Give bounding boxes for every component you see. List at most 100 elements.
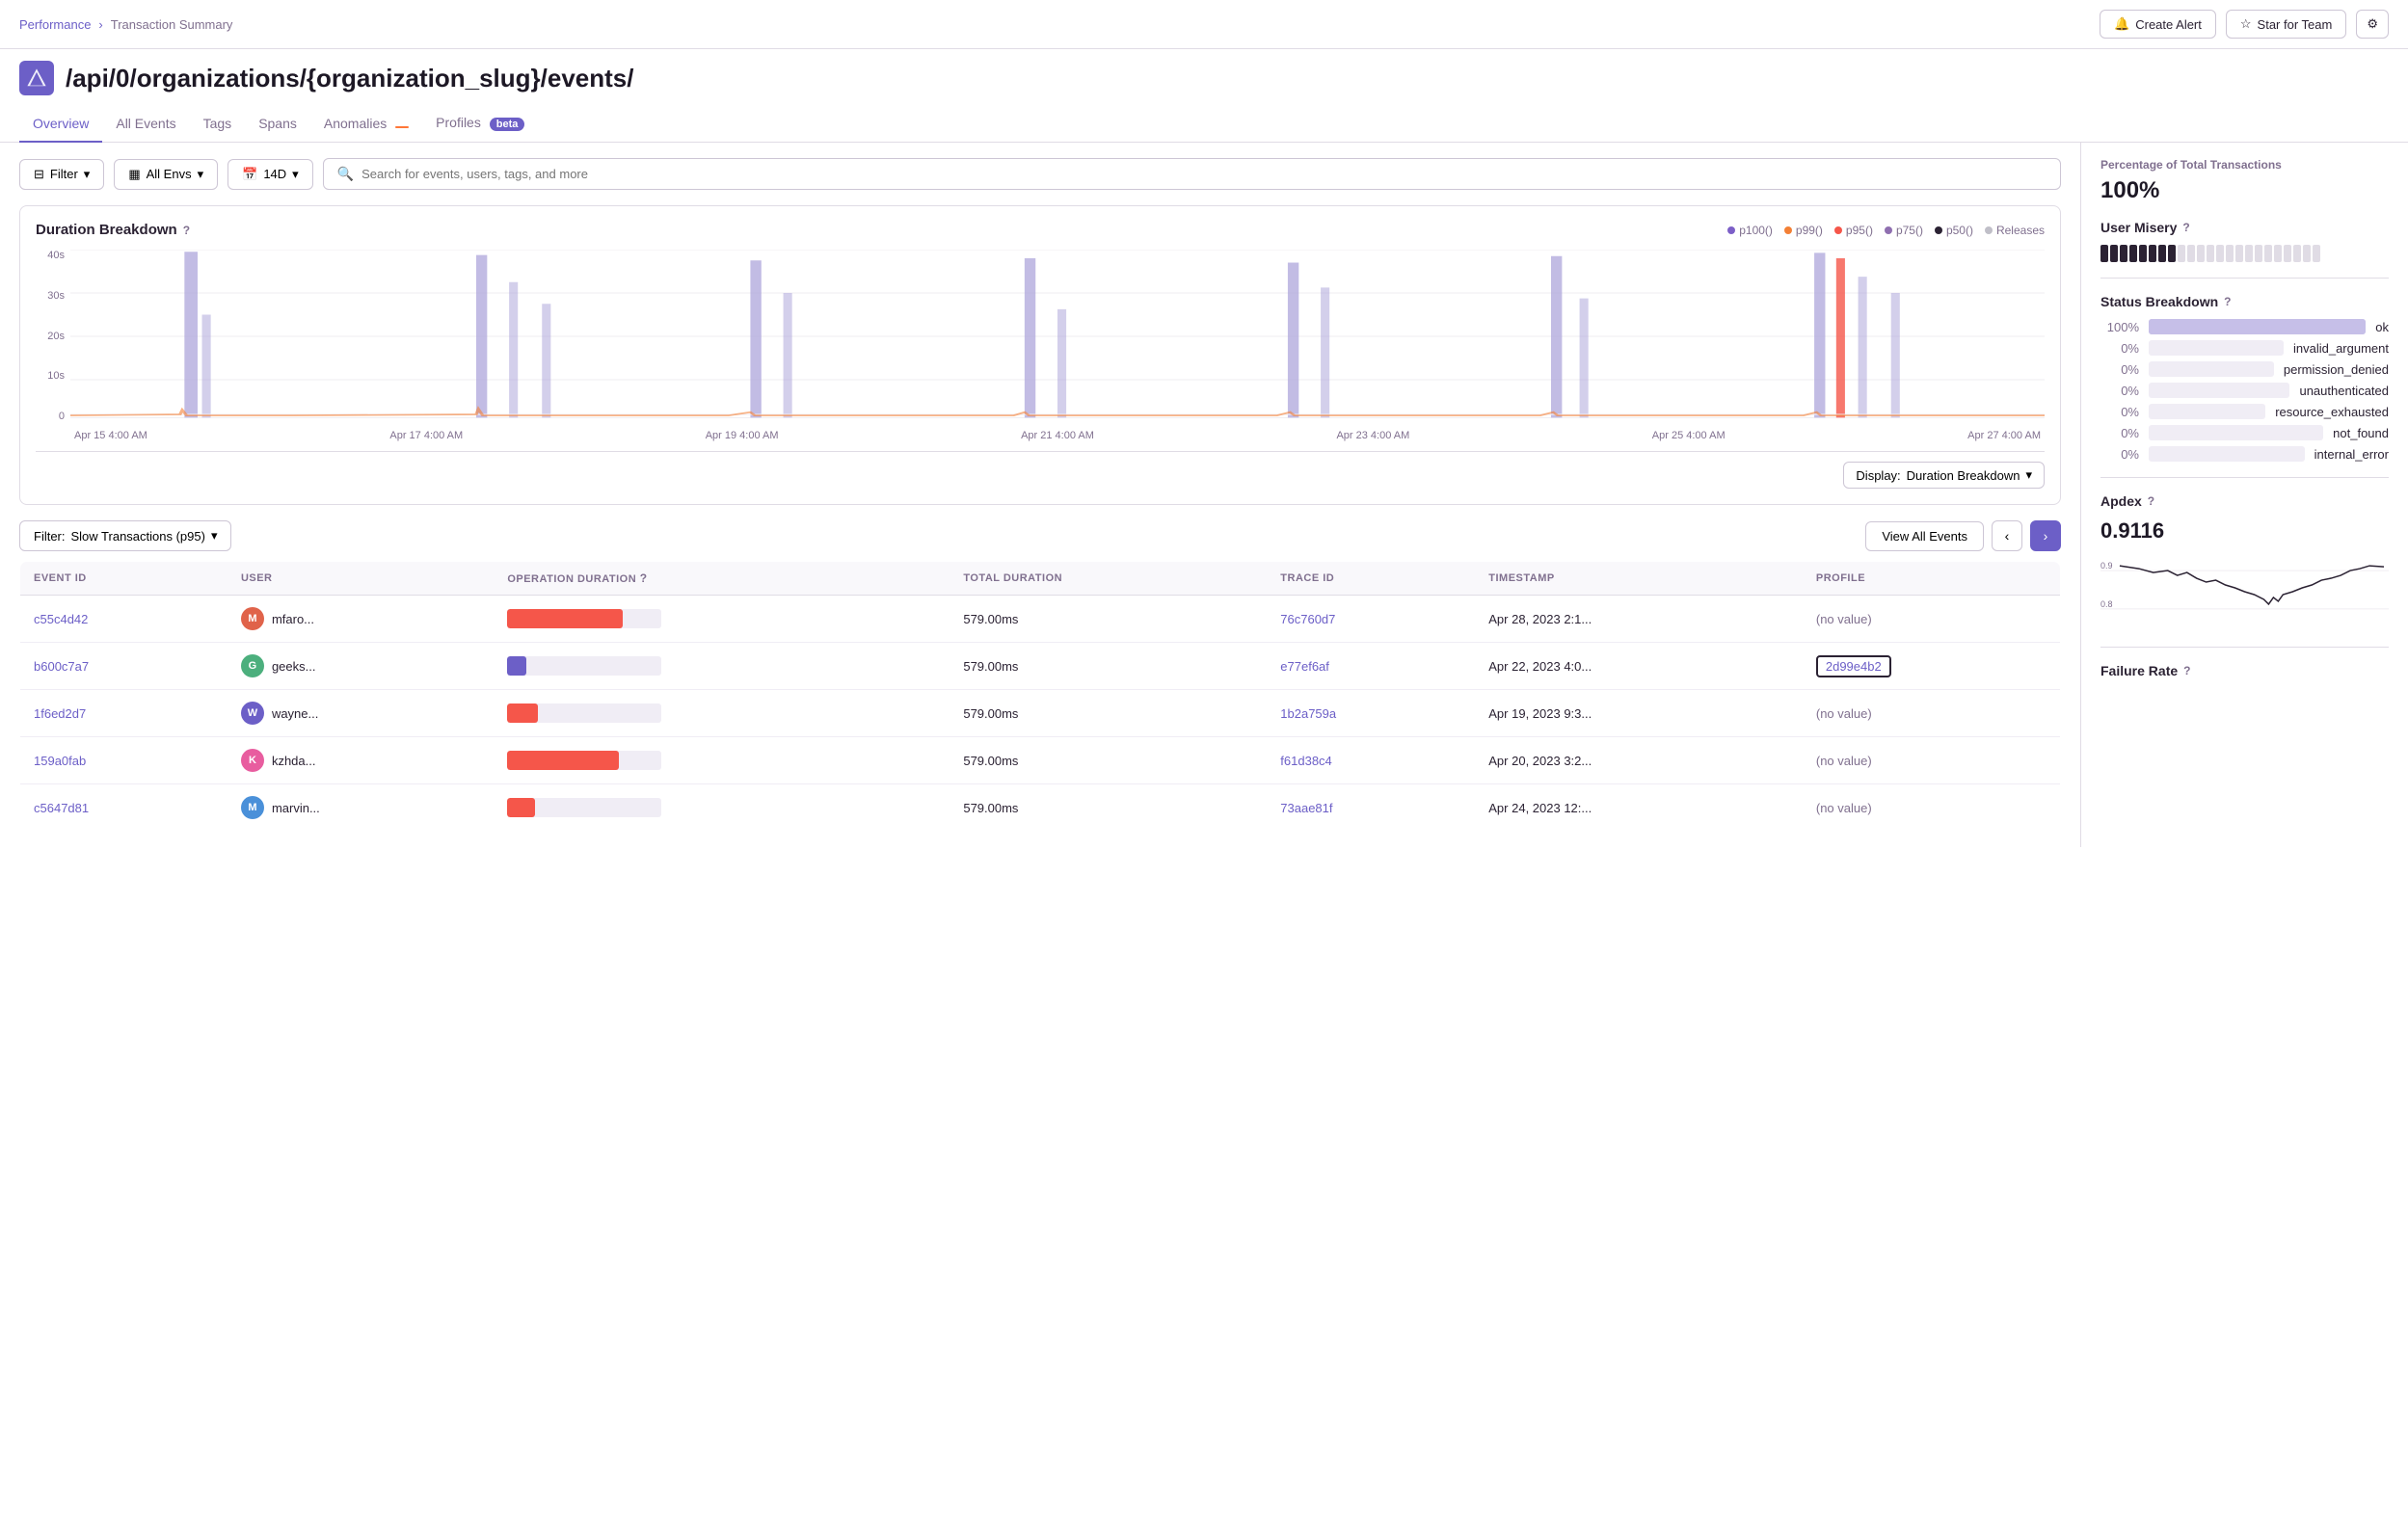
date-icon: 📅 — [242, 167, 257, 182]
col-user: USER — [227, 562, 494, 596]
trace-id-cell: 1b2a759a — [1267, 690, 1475, 737]
legend-dot-p50 — [1935, 226, 1942, 234]
duration-bar — [507, 656, 525, 676]
operation-duration-cell — [494, 690, 950, 737]
chart-header: Duration Breakdown ? p100() p99() p95() — [36, 222, 2045, 238]
status-pct: 0% — [2100, 447, 2139, 462]
env-filter-button[interactable]: ▦ All Envs ▾ — [114, 159, 218, 190]
sentry-logo — [19, 61, 54, 95]
total-duration-cell: 579.00ms — [950, 643, 1267, 690]
date-filter-button[interactable]: 📅 14D ▾ — [227, 159, 313, 190]
col-profile: PROFILE — [1803, 562, 2061, 596]
filter-button[interactable]: ⊟ Filter ▾ — [19, 159, 104, 190]
prev-page-button[interactable]: ‹ — [1992, 520, 2022, 551]
legend-dot-p100 — [1727, 226, 1735, 234]
user-cell: M mfaro... — [227, 596, 494, 643]
trace-id-link[interactable]: 1b2a759a — [1280, 706, 1336, 721]
apdex-section: Apdex ? 0.9116 0.9 0.8 — [2100, 493, 2389, 631]
search-input[interactable] — [361, 167, 2047, 181]
tab-all-events[interactable]: All Events — [102, 106, 189, 143]
event-id-link[interactable]: 1f6ed2d7 — [34, 706, 86, 721]
slow-transactions-filter[interactable]: Filter: Slow Transactions (p95) ▾ — [19, 520, 231, 551]
duration-bar-container — [507, 798, 661, 817]
failure-rate-section: Failure Rate ? — [2100, 663, 2389, 678]
gear-icon: ⚙ — [2367, 16, 2378, 32]
alert-icon: 🔔 — [2114, 16, 2129, 32]
profile-link[interactable]: 2d99e4b2 — [1816, 655, 1891, 677]
user-misery-help-icon[interactable]: ? — [2182, 221, 2189, 234]
duration-bar — [507, 703, 538, 723]
col-timestamp: TIMESTAMP — [1475, 562, 1803, 596]
tab-profiles[interactable]: Profiles beta — [422, 105, 538, 143]
status-breakdown-title: Status Breakdown ? — [2100, 294, 2389, 309]
legend-releases: Releases — [1985, 224, 2045, 237]
trace-id-cell: e77ef6af — [1267, 643, 1475, 690]
apdex-help-icon[interactable]: ? — [2148, 494, 2154, 508]
failure-rate-title: Failure Rate ? — [2100, 663, 2389, 678]
filter-label: Filter: — [34, 529, 66, 544]
chart-help-icon[interactable]: ? — [183, 224, 190, 237]
table-toolbar: Filter: Slow Transactions (p95) ▾ View A… — [19, 520, 2061, 551]
search-icon: 🔍 — [337, 166, 354, 182]
duration-bar-container — [507, 751, 661, 770]
status-bar-bg — [2149, 319, 2366, 334]
status-pct: 0% — [2100, 384, 2139, 398]
avatar: M — [241, 796, 264, 819]
col-event-id: EVENT ID — [20, 562, 227, 596]
trace-id-link[interactable]: 73aae81f — [1280, 801, 1332, 815]
x-axis: Apr 15 4:00 AM Apr 17 4:00 AM Apr 19 4:0… — [70, 430, 2045, 441]
divider-2 — [2100, 477, 2389, 478]
status-help-icon[interactable]: ? — [2224, 295, 2231, 308]
legend-dot-p95 — [1834, 226, 1842, 234]
event-id-cell: c55c4d42 — [20, 596, 227, 643]
total-duration-cell: 579.00ms — [950, 737, 1267, 784]
tab-overview[interactable]: Overview — [19, 106, 102, 143]
status-name: unauthenticated — [2299, 384, 2389, 398]
status-row: 0% not_found — [2100, 425, 2389, 440]
duration-bar — [507, 609, 623, 628]
event-id-link[interactable]: b600c7a7 — [34, 659, 89, 674]
next-page-button[interactable]: › — [2030, 520, 2061, 551]
duration-breakdown-card: Duration Breakdown ? p100() p99() p95() — [19, 205, 2061, 505]
chart-legend: p100() p99() p95() p75() — [1727, 224, 2045, 237]
failure-rate-help-icon[interactable]: ? — [2183, 664, 2190, 677]
duration-chart-svg — [70, 250, 2045, 423]
user-cell-inner: K kzhda... — [241, 749, 480, 772]
main-right: Percentage of Total Transactions 100% Us… — [2080, 143, 2408, 847]
search-box[interactable]: 🔍 — [323, 158, 2061, 190]
total-duration-cell: 579.00ms — [950, 596, 1267, 643]
breadcrumb-performance[interactable]: Performance — [19, 17, 91, 32]
event-id-link[interactable]: c5647d81 — [34, 801, 89, 815]
trace-id-link[interactable]: e77ef6af — [1280, 659, 1329, 674]
legend-dot-p99 — [1784, 226, 1792, 234]
trace-id-link[interactable]: f61d38c4 — [1280, 754, 1332, 768]
col-total-duration: TOTAL DURATION — [950, 562, 1267, 596]
settings-button[interactable]: ⚙ — [2356, 10, 2389, 39]
tab-anomalies[interactable]: Anomalies — [310, 106, 422, 143]
event-id-link[interactable]: 159a0fab — [34, 754, 86, 768]
chart-footer: Display: Duration Breakdown ▾ — [36, 451, 2045, 489]
breadcrumb-current: Transaction Summary — [111, 17, 233, 32]
total-duration-cell: 579.00ms — [950, 690, 1267, 737]
view-all-events-button[interactable]: View All Events — [1865, 521, 1984, 551]
table-nav: View All Events ‹ › — [1865, 520, 2061, 551]
status-pct: 0% — [2100, 426, 2139, 440]
breadcrumb: Performance › Transaction Summary — [19, 17, 232, 32]
main-left: ⊟ Filter ▾ ▦ All Envs ▾ 📅 14D ▾ 🔍 — [0, 143, 2080, 847]
tab-spans[interactable]: Spans — [245, 106, 310, 143]
tab-tags[interactable]: Tags — [190, 106, 246, 143]
user-misery-bar — [2100, 245, 2389, 262]
trace-id-cell: 73aae81f — [1267, 784, 1475, 832]
status-breakdown-section: Status Breakdown ? 100% ok 0% invalid_ar… — [2100, 294, 2389, 462]
create-alert-button[interactable]: 🔔 Create Alert — [2100, 10, 2216, 39]
profile-cell: 2d99e4b2 — [1803, 643, 2061, 690]
star-for-team-button[interactable]: ☆ Star for Team — [2226, 10, 2346, 39]
operation-duration-cell — [494, 596, 950, 643]
calendar-icon: ▦ — [128, 167, 140, 182]
display-chevron-icon: ▾ — [2025, 467, 2032, 483]
event-id-link[interactable]: c55c4d42 — [34, 612, 88, 626]
user-cell-inner: M mfaro... — [241, 607, 480, 630]
trace-id-link[interactable]: 76c760d7 — [1280, 612, 1335, 626]
username: kzhda... — [272, 754, 316, 768]
display-button[interactable]: Display: Duration Breakdown ▾ — [1843, 462, 2045, 489]
